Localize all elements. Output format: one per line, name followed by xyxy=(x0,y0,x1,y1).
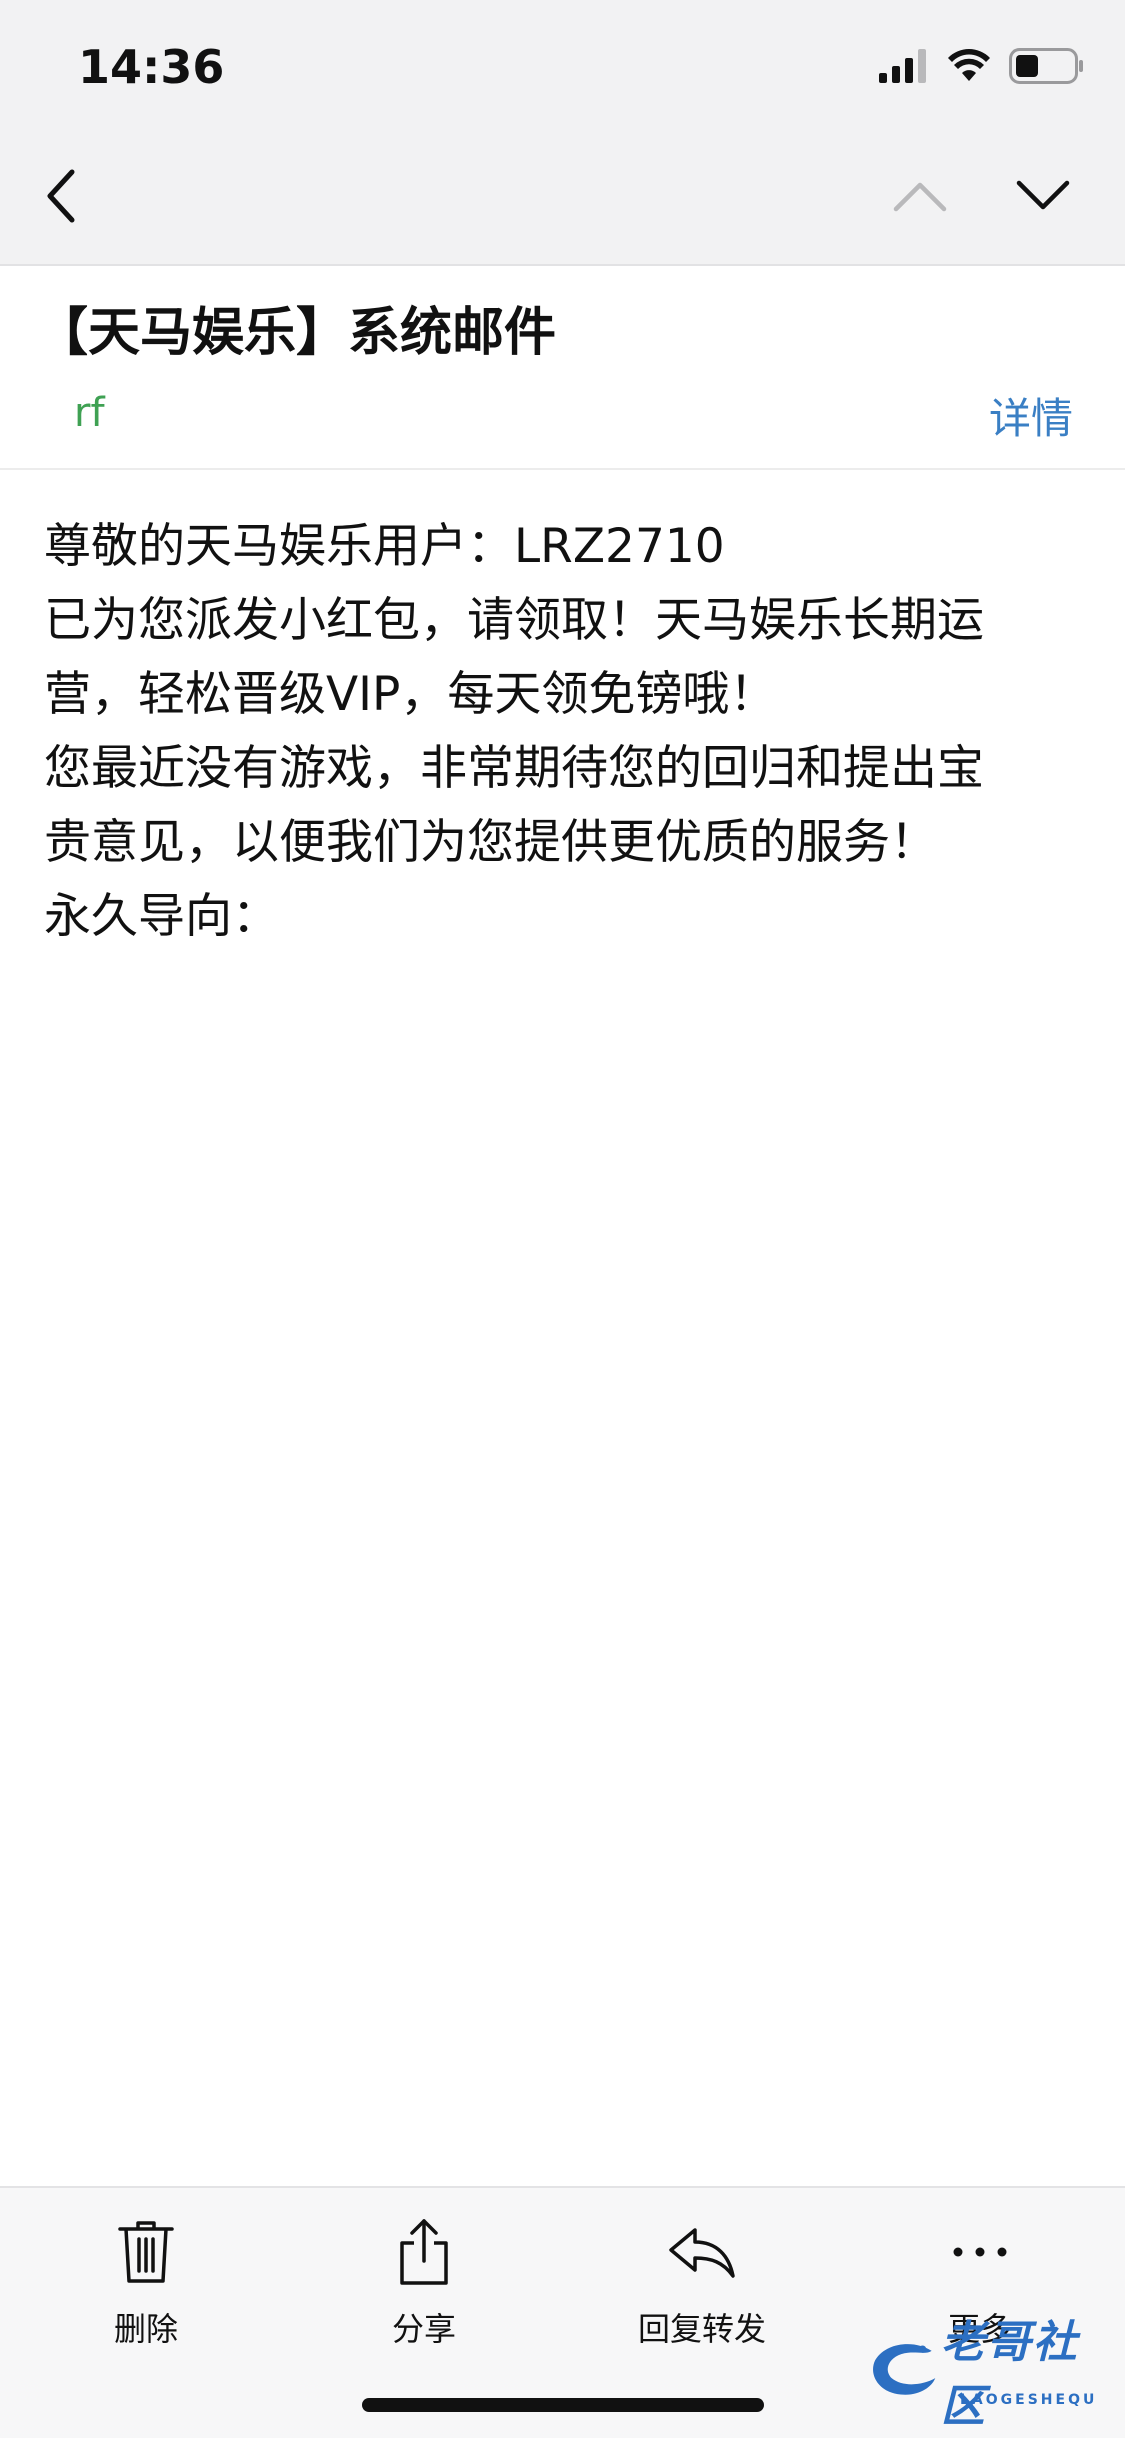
back-button[interactable] xyxy=(22,156,102,236)
details-link[interactable]: 详情 xyxy=(989,385,1073,446)
share-label: 分享 xyxy=(391,2310,456,2348)
trash-icon xyxy=(118,2221,174,2283)
reply-forward-label: 回复转发 xyxy=(637,2310,766,2348)
top-bar: 14:36 xyxy=(0,0,1125,266)
next-email-button[interactable] xyxy=(1003,156,1083,236)
previous-email-button[interactable] xyxy=(880,156,960,236)
reply-forward-button[interactable]: 回复转发 xyxy=(612,2212,792,2350)
chevron-left-icon xyxy=(47,169,75,223)
chevron-down-icon xyxy=(1016,180,1070,210)
body-line: 您最近没有游戏，非常期待您的回归和提出宝 xyxy=(44,741,984,796)
chevron-up-icon xyxy=(893,182,947,212)
body-line: 营，轻松晋级VIP，每天领免镑哦！ xyxy=(44,667,777,722)
email-sender[interactable]: rf xyxy=(74,390,105,436)
header-divider xyxy=(0,468,1125,470)
delete-label: 删除 xyxy=(113,2310,178,2348)
watermark-logo: 老哥社区 LAOGESHEQU xyxy=(868,2317,1108,2432)
delete-button[interactable]: 删除 xyxy=(56,2212,236,2350)
share-button[interactable]: 分享 xyxy=(334,2212,514,2350)
body-line: 尊敬的天马娱乐用户：LRZ2710 xyxy=(44,519,725,574)
more-icon xyxy=(953,2247,1007,2257)
dragon-icon xyxy=(873,2344,936,2395)
status-time: 14:36 xyxy=(78,40,225,94)
email-subject: 【天马娱乐】系统邮件 xyxy=(36,303,557,363)
wifi-icon xyxy=(947,48,991,87)
reply-icon xyxy=(669,2228,735,2278)
watermark-text: 老哥社区 xyxy=(940,2317,1079,2432)
watermark-subtext: LAOGESHEQU xyxy=(960,2392,1098,2408)
signal-icon xyxy=(879,49,929,87)
body-line: 已为您派发小红包，请领取！天马娱乐长期运 xyxy=(44,593,984,648)
home-indicator[interactable] xyxy=(362,2398,764,2412)
body-line: 贵意见，以便我们为您提供更优质的服务！ xyxy=(44,815,937,870)
status-icons xyxy=(879,48,1085,88)
battery-icon xyxy=(1009,48,1085,88)
email-body: 尊敬的天马娱乐用户：LRZ2710 已为您派发小红包，请领取！天马娱乐长期运 营… xyxy=(44,510,1084,954)
share-icon xyxy=(400,2219,448,2285)
body-line: 永久导向： xyxy=(44,889,279,944)
